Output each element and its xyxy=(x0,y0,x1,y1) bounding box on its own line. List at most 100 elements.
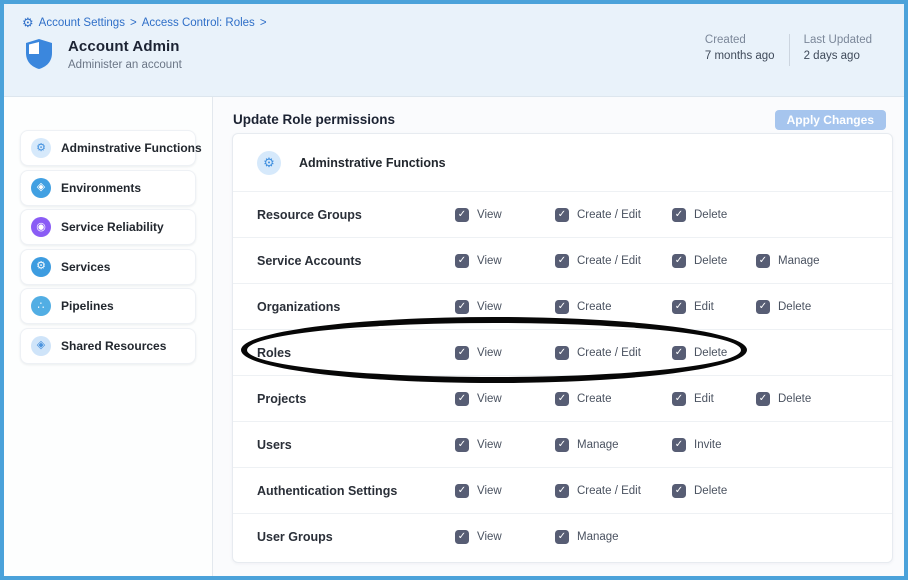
permission-checkbox[interactable]: ✓ Delete xyxy=(672,208,756,222)
sidebar-item-label: Adminstrative Functions xyxy=(61,141,202,155)
permission-checkbox[interactable]: ✓ Edit xyxy=(672,300,756,314)
checkbox-checked-icon[interactable]: ✓ xyxy=(455,484,469,498)
last-updated-meta: Last Updated 2 days ago xyxy=(804,34,872,62)
permission-checkbox[interactable]: ✓ Delete xyxy=(672,484,756,498)
checkbox-label: View xyxy=(477,301,502,313)
title-row: Account Admin Administer an account Crea… xyxy=(22,38,886,71)
permission-checkbox[interactable]: ✓ Manage xyxy=(555,438,672,452)
checkbox-checked-icon[interactable]: ✓ xyxy=(455,208,469,222)
checkbox-label: Delete xyxy=(778,301,811,313)
permission-row-label: Organizations xyxy=(257,300,455,314)
checkbox-checked-icon[interactable]: ✓ xyxy=(555,208,569,222)
permission-checkbox[interactable]: ✓ View xyxy=(455,484,555,498)
permission-checkbox[interactable]: ✓ Create / Edit xyxy=(555,484,672,498)
checkbox-checked-icon[interactable]: ✓ xyxy=(455,346,469,360)
checkbox-label: Create / Edit xyxy=(577,209,641,221)
sidebar-item-label: Service Reliability xyxy=(61,220,164,234)
permission-checkbox[interactable]: ✓ View xyxy=(455,438,555,452)
checkbox-checked-icon[interactable]: ✓ xyxy=(672,392,686,406)
checkbox-checked-icon[interactable]: ✓ xyxy=(555,438,569,452)
page-header: ⚙ Account Settings > Access Control: Rol… xyxy=(4,4,904,97)
permission-checkbox[interactable]: ✓ View xyxy=(455,392,555,406)
checkbox-checked-icon[interactable]: ✓ xyxy=(555,484,569,498)
sidebar-item-shared-resources[interactable]: ◈ Shared Resources xyxy=(20,328,196,364)
sidebar-item-label: Environments xyxy=(61,181,141,195)
checkbox-checked-icon[interactable]: ✓ xyxy=(555,392,569,406)
permission-checkbox[interactable]: ✓ Manage xyxy=(555,530,672,544)
permissions-list: Resource Groups ✓ View ✓ Create / Edit ✓… xyxy=(233,191,892,559)
checkbox-checked-icon[interactable]: ✓ xyxy=(672,300,686,314)
permission-checkbox[interactable]: ✓ Delete xyxy=(672,346,756,360)
checkbox-label: Create xyxy=(577,301,612,313)
page-subtitle: Administer an account xyxy=(68,59,182,71)
checkbox-checked-icon[interactable]: ✓ xyxy=(455,300,469,314)
checkbox-label: Delete xyxy=(694,347,727,359)
permission-checkbox[interactable]: ✓ Create / Edit xyxy=(555,254,672,268)
meta-divider xyxy=(789,34,790,66)
main-header: Update Role permissions Apply Changes xyxy=(213,97,904,133)
permission-row-label: Users xyxy=(257,438,455,452)
checkbox-label: Invite xyxy=(694,439,722,451)
sidebar-item-service-reliability[interactable]: ◉ Service Reliability xyxy=(20,209,196,245)
checkbox-checked-icon[interactable]: ✓ xyxy=(672,438,686,452)
checkbox-label: Manage xyxy=(778,255,820,267)
checkbox-label: Create / Edit xyxy=(577,347,641,359)
breadcrumb-separator: > xyxy=(260,17,267,29)
meta-block: Created 7 months ago Last Updated 2 days… xyxy=(705,34,886,66)
last-updated-value: 2 days ago xyxy=(804,50,872,62)
breadcrumb-separator: > xyxy=(130,17,137,29)
permission-checkbox[interactable]: ✓ Invite xyxy=(672,438,756,452)
permission-checkbox[interactable]: ✓ Delete xyxy=(756,300,868,314)
checkbox-checked-icon[interactable]: ✓ xyxy=(756,254,770,268)
permission-checkbox[interactable]: ✓ View xyxy=(455,208,555,222)
content-area: ⚙ Adminstrative Functions ◈ Environments… xyxy=(4,97,904,576)
permission-checkbox[interactable]: ✓ View xyxy=(455,530,555,544)
permission-checkbox[interactable]: ✓ Create xyxy=(555,392,672,406)
checkbox-checked-icon[interactable]: ✓ xyxy=(455,392,469,406)
permission-checkbox[interactable]: ✓ Edit xyxy=(672,392,756,406)
checkbox-checked-icon[interactable]: ✓ xyxy=(672,484,686,498)
breadcrumb-access-control-roles[interactable]: Access Control: Roles xyxy=(142,17,255,29)
checkbox-checked-icon[interactable]: ✓ xyxy=(555,530,569,544)
sidebar-item-environments[interactable]: ◈ Environments xyxy=(20,170,196,206)
checkbox-checked-icon[interactable]: ✓ xyxy=(455,438,469,452)
permission-checkbox[interactable]: ✓ Create / Edit xyxy=(555,208,672,222)
checkbox-label: Edit xyxy=(694,393,714,405)
permission-checkbox[interactable]: ✓ Delete xyxy=(672,254,756,268)
sidebar-nav: ⚙ Adminstrative Functions ◈ Environments… xyxy=(4,97,213,576)
permission-checkbox[interactable]: ✓ View xyxy=(455,254,555,268)
permission-row-label: User Groups xyxy=(257,530,455,544)
shield-icon xyxy=(24,38,54,70)
permission-checkbox[interactable]: ✓ Delete xyxy=(756,392,868,406)
checkbox-checked-icon[interactable]: ✓ xyxy=(672,208,686,222)
checkbox-checked-icon[interactable]: ✓ xyxy=(555,300,569,314)
checkbox-label: Create xyxy=(577,393,612,405)
permission-checkbox[interactable]: ✓ View xyxy=(455,346,555,360)
permission-checkbox[interactable]: ✓ Manage xyxy=(756,254,868,268)
checkbox-checked-icon[interactable]: ✓ xyxy=(672,346,686,360)
permission-checkbox[interactable]: ✓ View xyxy=(455,300,555,314)
checkbox-checked-icon[interactable]: ✓ xyxy=(455,254,469,268)
apply-changes-button[interactable]: Apply Changes xyxy=(775,110,886,130)
checkbox-checked-icon[interactable]: ✓ xyxy=(555,254,569,268)
sidebar-item-adminstrative-functions[interactable]: ⚙ Adminstrative Functions xyxy=(20,130,196,166)
sidebar-item-services[interactable]: ⚙ Services xyxy=(20,249,196,285)
checkbox-label: View xyxy=(477,531,502,543)
checkbox-label: Create / Edit xyxy=(577,255,641,267)
checkbox-checked-icon[interactable]: ✓ xyxy=(756,300,770,314)
checkbox-label: Edit xyxy=(694,301,714,313)
created-value: 7 months ago xyxy=(705,50,775,62)
sidebar-item-pipelines[interactable]: ∴ Pipelines xyxy=(20,288,196,324)
breadcrumb-account-settings[interactable]: Account Settings xyxy=(39,17,125,29)
checkbox-checked-icon[interactable]: ✓ xyxy=(555,346,569,360)
checkbox-label: Delete xyxy=(778,393,811,405)
checkbox-checked-icon[interactable]: ✓ xyxy=(455,530,469,544)
sidebar-item-label: Shared Resources xyxy=(61,339,166,353)
permission-checkbox[interactable]: ✓ Create xyxy=(555,300,672,314)
permission-row-organizations: Organizations ✓ View ✓ Create ✓ Edit ✓ D… xyxy=(233,283,892,329)
permission-row-projects: Projects ✓ View ✓ Create ✓ Edit ✓ Delete xyxy=(233,375,892,421)
permission-checkbox[interactable]: ✓ Create / Edit xyxy=(555,346,672,360)
checkbox-checked-icon[interactable]: ✓ xyxy=(756,392,770,406)
permission-row-resource-groups: Resource Groups ✓ View ✓ Create / Edit ✓… xyxy=(233,191,892,237)
checkbox-checked-icon[interactable]: ✓ xyxy=(672,254,686,268)
